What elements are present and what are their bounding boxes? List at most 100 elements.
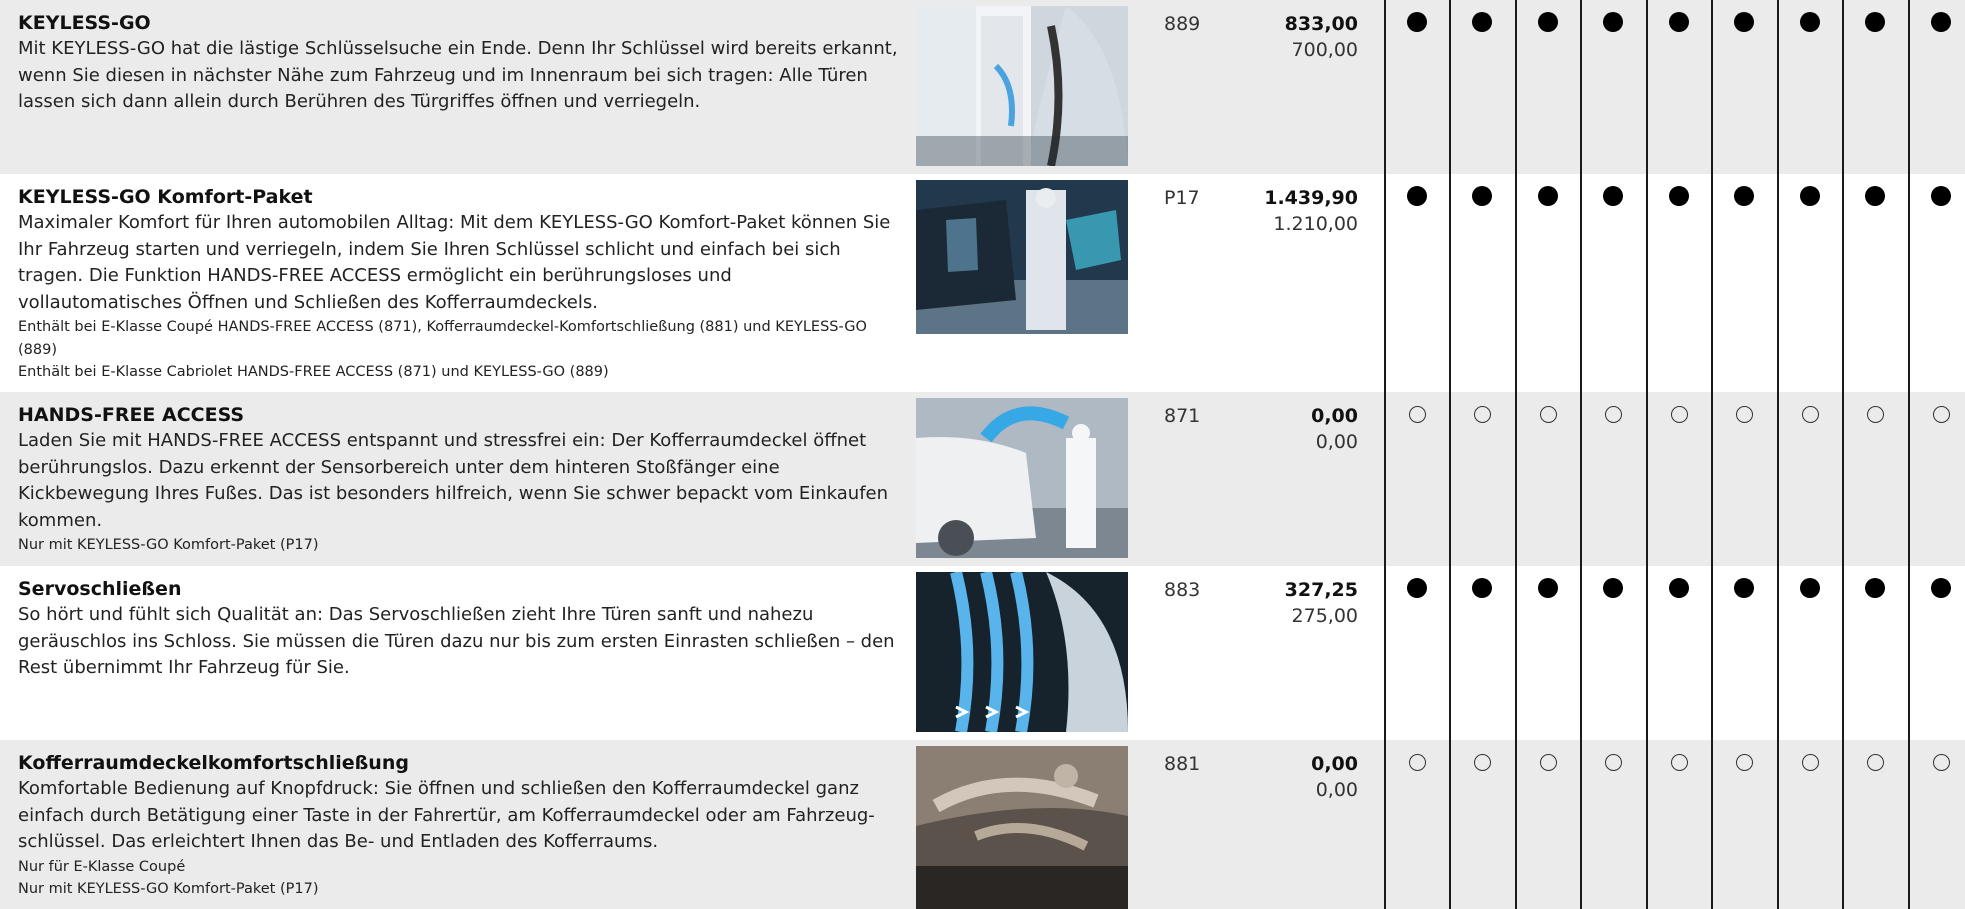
standard-dot-icon: [1800, 578, 1820, 598]
standard-dot-icon: [1603, 578, 1623, 598]
table-row: HANDS-FREE ACCESS Laden Sie mit HANDS-FR…: [0, 392, 1965, 566]
standard-dot-icon: [1407, 186, 1427, 206]
price-net: 0,00: [1315, 779, 1358, 801]
option-code: 889: [1164, 13, 1201, 35]
description-cell: KEYLESS-GO Mit KEYLESS-GO hat die lästig…: [18, 10, 898, 116]
standard-dot-icon: [1800, 186, 1820, 206]
standard-dot-icon: [1669, 186, 1689, 206]
option-description: Komfortable Bedienung auf Knopfdruck: Si…: [18, 778, 875, 852]
standard-dot-icon: [1931, 186, 1951, 206]
option-note: Nur für E-Klasse Coupé: [18, 858, 186, 875]
option-description: So hört und fühlt sich Qualität an: Das …: [18, 604, 895, 678]
option-note: Enthält bei E-Klasse Coupé HANDS-FREE AC…: [18, 319, 867, 358]
column-divider: [1580, 0, 1582, 909]
option-description: Mit KEYLESS-GO hat die lästige Schlüssel…: [18, 38, 898, 112]
option-note: Nur mit KEYLESS-GO Komfort-Paket (P17): [18, 881, 319, 897]
standard-dot-icon: [1931, 12, 1951, 32]
column-divider: [1646, 0, 1648, 909]
description-cell: Servoschließen So hört und fühlt sich Qu…: [18, 576, 898, 682]
option-note: Enthält bei E-Klasse Cabriolet HANDS-FRE…: [18, 364, 609, 380]
option-title: HANDS-FREE ACCESS: [18, 404, 245, 426]
option-code: 881: [1164, 753, 1201, 775]
optional-circle-icon: [1735, 406, 1753, 423]
servoschliessen-photo: [916, 572, 1128, 732]
optional-circle-icon: [1932, 406, 1950, 423]
standard-dot-icon: [1865, 186, 1885, 206]
option-code: 871: [1164, 405, 1201, 427]
column-divider: [1908, 0, 1910, 909]
standard-dot-icon: [1472, 578, 1492, 598]
standard-dot-icon: [1538, 578, 1558, 598]
standard-dot-icon: [1407, 578, 1427, 598]
price-cell: 1.439,90 1.210,00: [1264, 185, 1358, 237]
description-cell: Kofferraumdeckelkomfortschließung Komfor…: [18, 750, 898, 901]
hands-free-access-photo: [916, 398, 1128, 558]
optional-circle-icon: [1670, 406, 1688, 423]
price-cell: 0,00 0,00: [1311, 403, 1358, 455]
optional-circle-icon: [1473, 754, 1491, 771]
option-title: KEYLESS-GO Komfort-Paket: [18, 186, 313, 208]
column-divider: [1384, 0, 1386, 909]
standard-dot-icon: [1538, 12, 1558, 32]
column-divider: [1842, 0, 1844, 909]
optional-circle-icon: [1604, 406, 1622, 423]
option-title: Servoschließen: [18, 578, 182, 600]
optional-circle-icon: [1539, 406, 1557, 423]
optional-circle-icon: [1866, 406, 1884, 423]
option-title: Kofferraumdeckelkomfortschließung: [18, 752, 409, 774]
standard-dot-icon: [1603, 12, 1623, 32]
optional-circle-icon: [1473, 406, 1491, 423]
optional-circle-icon: [1801, 754, 1819, 771]
standard-dot-icon: [1669, 578, 1689, 598]
price-gross: 1.439,90: [1264, 187, 1358, 209]
standard-dot-icon: [1603, 186, 1623, 206]
standard-dot-icon: [1734, 12, 1754, 32]
kofferraumdeckel-photo: [916, 746, 1128, 909]
description-cell: KEYLESS-GO Komfort-Paket Maximaler Komfo…: [18, 184, 898, 384]
keyless-go-photo: [916, 6, 1128, 166]
column-divider: [1449, 0, 1451, 909]
price-net: 0,00: [1315, 431, 1358, 453]
optional-circle-icon: [1408, 406, 1426, 423]
optional-circle-icon: [1801, 406, 1819, 423]
keyless-go-komfort-paket-photo: [916, 180, 1128, 334]
standard-dot-icon: [1472, 186, 1492, 206]
standard-dot-icon: [1734, 186, 1754, 206]
price-gross: 0,00: [1311, 753, 1358, 775]
standard-dot-icon: [1669, 12, 1689, 32]
optional-circle-icon: [1932, 754, 1950, 771]
price-net: 275,00: [1291, 605, 1358, 627]
description-cell: HANDS-FREE ACCESS Laden Sie mit HANDS-FR…: [18, 402, 898, 557]
option-note: Nur mit KEYLESS-GO Komfort-Paket (P17): [18, 537, 319, 553]
price-gross: 327,25: [1284, 579, 1358, 601]
option-description: Maximaler Komfort für Ihren automobilen …: [18, 212, 891, 313]
equipment-table: KEYLESS-GO Mit KEYLESS-GO hat die lästig…: [0, 0, 1965, 909]
option-description: Laden Sie mit HANDS-FREE ACCESS entspann…: [18, 430, 889, 531]
price-gross: 833,00: [1284, 13, 1358, 35]
table-row: Kofferraumdeckelkomfortschließung Komfor…: [0, 740, 1965, 909]
standard-dot-icon: [1931, 578, 1951, 598]
optional-circle-icon: [1670, 754, 1688, 771]
price-cell: 327,25 275,00: [1285, 577, 1358, 629]
price-net: 1.210,00: [1273, 213, 1358, 235]
price-net: 700,00: [1291, 39, 1358, 61]
column-divider: [1711, 0, 1713, 909]
price-cell: 0,00 0,00: [1311, 751, 1358, 803]
price-gross: 0,00: [1311, 405, 1358, 427]
column-divider: [1515, 0, 1517, 909]
standard-dot-icon: [1800, 12, 1820, 32]
optional-circle-icon: [1539, 754, 1557, 771]
standard-dot-icon: [1538, 186, 1558, 206]
option-code: P17: [1164, 187, 1200, 209]
table-row: KEYLESS-GO Komfort-Paket Maximaler Komfo…: [0, 174, 1965, 392]
table-row: KEYLESS-GO Mit KEYLESS-GO hat die lästig…: [0, 0, 1965, 174]
column-divider: [1777, 0, 1779, 909]
optional-circle-icon: [1604, 754, 1622, 771]
optional-circle-icon: [1735, 754, 1753, 771]
table-row: Servoschließen So hört und fühlt sich Qu…: [0, 566, 1965, 740]
optional-circle-icon: [1866, 754, 1884, 771]
standard-dot-icon: [1407, 12, 1427, 32]
optional-circle-icon: [1408, 754, 1426, 771]
standard-dot-icon: [1472, 12, 1492, 32]
option-code: 883: [1164, 579, 1201, 601]
